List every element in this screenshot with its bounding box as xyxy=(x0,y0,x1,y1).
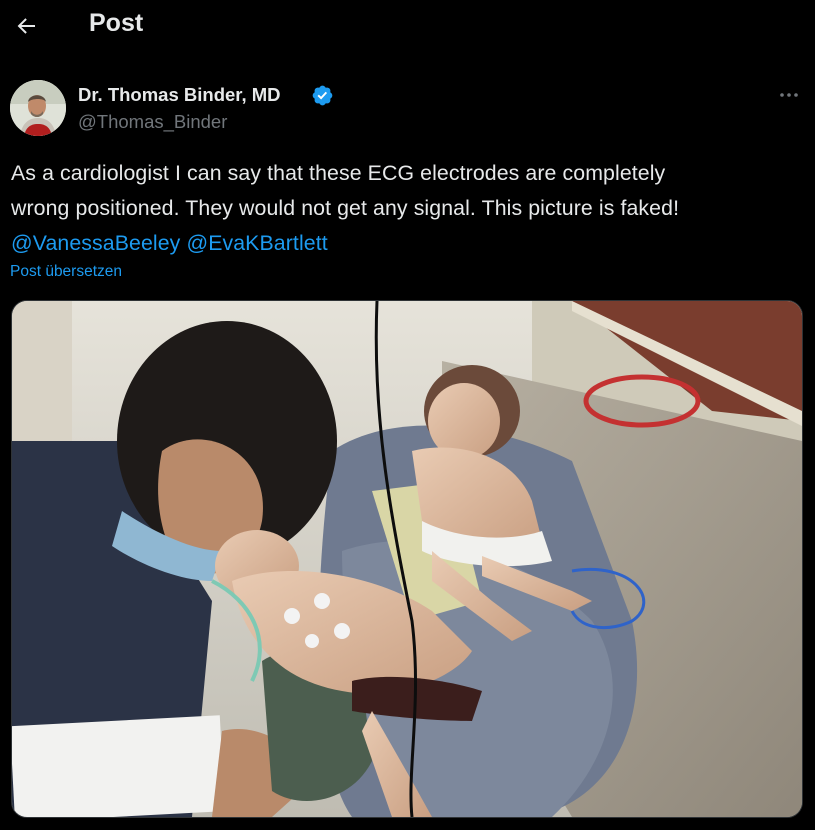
author-handle[interactable]: @Thomas_Binder xyxy=(78,111,227,133)
more-dots-icon xyxy=(780,93,798,97)
mention-link[interactable]: @VanessaBeeley xyxy=(11,231,180,255)
tweet-mentions: @VanessaBeeley @EvaKBartlett xyxy=(11,226,801,261)
verified-badge-icon xyxy=(312,85,333,106)
author-name[interactable]: Dr. Thomas Binder, MD xyxy=(78,84,281,106)
translate-link[interactable]: Post übersetzen xyxy=(10,263,122,281)
back-button[interactable] xyxy=(8,8,44,44)
post-image[interactable] xyxy=(11,300,803,818)
tweet-text-line: As a cardiologist I can say that these E… xyxy=(11,161,666,185)
tweet-text: As a cardiologist I can say that these E… xyxy=(11,156,801,261)
arrow-left-icon xyxy=(17,18,35,34)
mention-link[interactable]: @EvaKBartlett xyxy=(186,231,327,255)
avatar[interactable] xyxy=(10,80,66,136)
tweet-text-line: wrong positioned. They would not get any… xyxy=(11,196,680,220)
top-bar: Post xyxy=(0,0,815,56)
more-button[interactable] xyxy=(772,80,806,110)
page-title: Post xyxy=(89,9,144,37)
